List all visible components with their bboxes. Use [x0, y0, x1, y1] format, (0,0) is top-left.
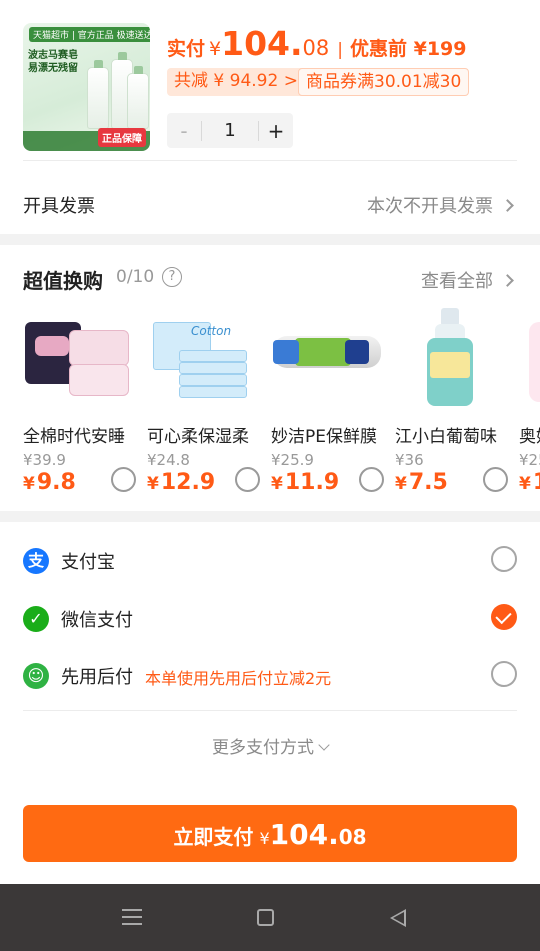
actual-price-label: 实付 — [167, 38, 206, 60]
see-all-label: 查看全部 — [421, 271, 493, 292]
divider — [23, 160, 517, 161]
chevron-right-icon — [501, 198, 514, 212]
item-name: 可心柔保湿柔 — [147, 427, 249, 447]
payment-radio[interactable] — [491, 546, 517, 572]
home-icon[interactable] — [257, 909, 274, 926]
quantity-stepper: - 1 + — [167, 113, 293, 148]
system-nav-bar — [0, 884, 540, 951]
payment-wechat[interactable]: ✓ 微信支付 — [0, 600, 540, 644]
item-name: 江小白葡萄味 — [395, 427, 497, 447]
exchange-item[interactable]: 奥妙 ¥25 ¥1 — [519, 302, 540, 492]
quantity-decrease-button[interactable]: - — [167, 119, 201, 143]
divider — [23, 710, 517, 711]
more-payment-methods[interactable]: 更多支付方式 — [0, 733, 540, 758]
item-radio[interactable] — [111, 467, 136, 492]
item-name: 全棉时代安睡 — [23, 427, 125, 447]
item-old-price: ¥36 — [395, 451, 424, 469]
item-radio[interactable] — [359, 467, 384, 492]
quantity-value[interactable]: 1 — [201, 120, 259, 141]
menu-icon[interactable] — [122, 909, 142, 925]
invoice-option[interactable]: 本次不开具发票 — [367, 192, 514, 218]
original-price: 优惠前 ¥199 — [350, 38, 467, 60]
pay-now-label: 立即支付 — [173, 825, 254, 849]
pay-now-currency: ¥ — [259, 829, 270, 848]
pay-later-promo: 本单使用先用后付立减2元 — [145, 669, 332, 688]
payment-pay-later[interactable]: ☺ 先用后付 本单使用先用后付立减2元 — [0, 657, 540, 701]
payment-radio-selected[interactable] — [491, 604, 517, 630]
item-price: ¥12.9 — [147, 470, 216, 495]
payment-radio[interactable] — [491, 661, 517, 687]
invoice-value: 本次不开具发票 — [367, 196, 493, 217]
detergent-icon — [519, 302, 540, 412]
product-image[interactable]: 天猫超市 | 官方正品 极速送达 波志马赛皂 易漂无残留 正品保障 — [23, 23, 150, 151]
more-payment-label: 更多支付方式 — [212, 738, 314, 758]
currency-symbol: ¥ — [209, 38, 222, 60]
exchange-item[interactable]: 全棉时代安睡 ¥39.9 ¥9.8 — [23, 302, 136, 495]
section-gap — [0, 511, 540, 522]
payment-alipay[interactable]: 支 支付宝 — [0, 542, 540, 586]
product-image-tag: 天猫超市 | 官方正品 极速送达 — [29, 27, 150, 42]
price-integer: 104. — [221, 24, 303, 63]
price-decimal: 08 — [302, 36, 330, 60]
payment-label: 支付宝 — [61, 552, 115, 573]
pay-later-icon: ☺ — [23, 663, 49, 689]
pay-now-button[interactable]: 立即支付 ¥ 104. 08 — [23, 805, 517, 862]
item-radio[interactable] — [235, 467, 260, 492]
item-radio[interactable] — [483, 467, 508, 492]
product-image-label: 波志马赛皂 易漂无残留 — [28, 50, 78, 74]
item-price: ¥1 — [519, 470, 540, 492]
wechat-pay-icon: ✓ — [23, 606, 49, 632]
sanitary-pants-icon — [23, 302, 135, 412]
exchange-count: 0/10 — [116, 267, 155, 287]
section-title: 超值换购 — [23, 269, 103, 293]
item-old-price: ¥39.9 — [23, 451, 66, 469]
invoice-label: 开具发票 — [23, 196, 95, 217]
chevron-right-icon — [501, 273, 514, 287]
item-price: ¥9.8 — [23, 470, 76, 495]
cling-wrap-icon — [271, 302, 383, 412]
item-old-price: ¥25 — [519, 451, 540, 469]
quantity-increase-button[interactable]: + — [259, 119, 293, 143]
pay-now-amount: 104. — [269, 818, 339, 851]
checkout-page: 天猫超市 | 官方正品 极速送达 波志马赛皂 易漂无残留 正品保障 实付 ¥ 1… — [0, 0, 540, 951]
item-price: ¥7.5 — [395, 470, 448, 495]
back-icon[interactable] — [390, 909, 406, 927]
alipay-icon: 支 — [23, 548, 49, 574]
section-gap — [0, 234, 540, 245]
chevron-down-icon — [318, 739, 330, 751]
liquor-bottle-icon — [395, 302, 507, 412]
exchange-item[interactable]: 江小白葡萄味 ¥36 ¥7.5 — [395, 302, 508, 495]
item-old-price: ¥24.8 — [147, 451, 190, 469]
price-divider: | — [337, 40, 343, 60]
product-image-badge: 正品保障 — [98, 128, 146, 147]
exchange-item[interactable]: Cotton 可心柔保湿柔 ¥24.8 ¥12.9 — [147, 302, 260, 495]
see-all-link[interactable]: 查看全部 — [421, 267, 514, 293]
exchange-item[interactable]: 妙洁PE保鲜膜 ¥25.9 ¥11.9 — [271, 302, 384, 495]
item-name: 奥妙 — [519, 427, 540, 447]
payment-label: 微信支付 — [61, 610, 133, 631]
discount-chip[interactable]: 共减 ¥ 94.92 > — [167, 68, 305, 96]
item-price: ¥11.9 — [271, 470, 340, 495]
item-name: 妙洁PE保鲜膜 — [271, 427, 377, 447]
payment-label: 先用后付 — [61, 667, 133, 688]
pay-now-decimal: 08 — [338, 825, 367, 849]
coupon-chip[interactable]: 商品券满30.01减30 — [298, 68, 470, 96]
tissue-pack-icon: Cotton — [147, 302, 259, 412]
help-icon[interactable]: ? — [162, 267, 182, 287]
item-old-price: ¥25.9 — [271, 451, 314, 469]
actual-price: 实付 ¥ 104. 08 | 优惠前 ¥199 — [167, 24, 467, 68]
